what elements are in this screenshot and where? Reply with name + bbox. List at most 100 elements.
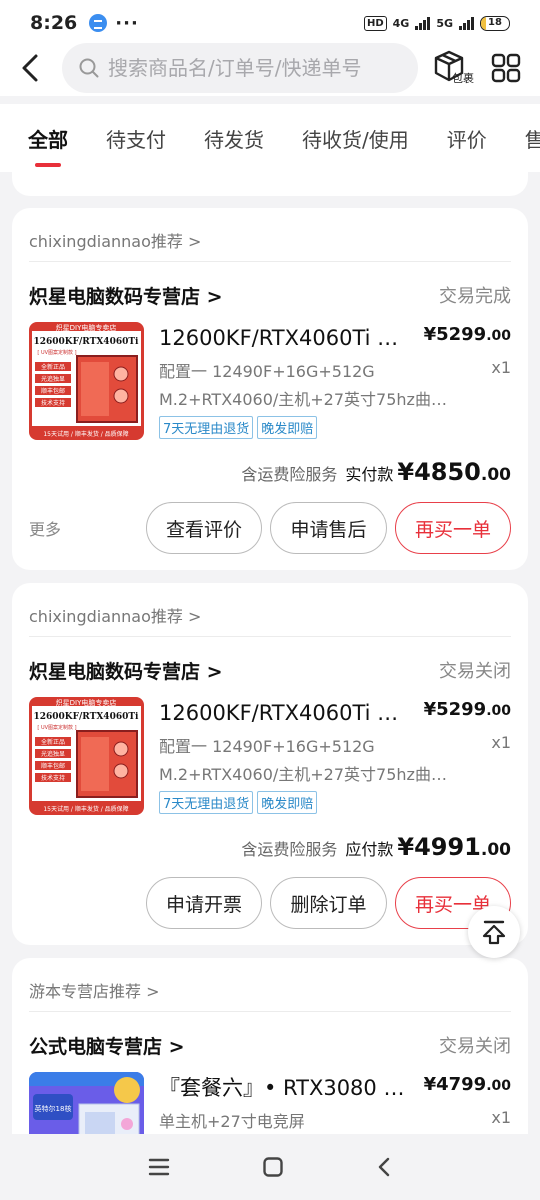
- divider: [29, 261, 511, 262]
- paid-label: 实付款: [345, 465, 394, 484]
- back-button[interactable]: [0, 40, 60, 96]
- battery-level: 18: [488, 16, 502, 28]
- thumb-feature: 光追独显: [41, 750, 65, 758]
- product-title[interactable]: 12600KF/RTX4060Ti 新款主机: [159, 322, 409, 352]
- tab-all[interactable]: 全部: [28, 124, 68, 153]
- payable-amount: ¥4991.00: [397, 833, 511, 861]
- product-thumbnail[interactable]: 炽星DIY电脑专卖店 12600KF/RTX4060Ti [ UV图案定制款 ]…: [29, 322, 144, 440]
- product-qty: x1: [491, 358, 511, 377]
- arrow-up-icon: [482, 920, 506, 945]
- more-notifications: ···: [115, 12, 139, 34]
- paid-dec: .00: [480, 465, 511, 485]
- view-review-button[interactable]: 查看评价: [146, 502, 262, 554]
- tag-late-comp: 晚发即赔: [257, 416, 318, 439]
- thumb-badge-text: 英特尔18核: [35, 1104, 72, 1113]
- tab-pending-receipt[interactable]: 待收货/使用: [302, 124, 409, 153]
- recommend-link[interactable]: 游本专营店推荐 >: [29, 978, 160, 1002]
- product-qty: x1: [491, 1108, 511, 1127]
- order-card[interactable]: chixingdiannao推荐 > 炽星电脑数码专营店 > 交易关闭 炽星DI…: [12, 583, 528, 945]
- product-price: ¥4799.00: [424, 1074, 511, 1095]
- payable-int: ¥4991: [397, 833, 481, 861]
- product-thumbnail[interactable]: 炽星DIY电脑专卖店 12600KF/RTX4060Ti [ UV图案定制款 ]…: [29, 697, 144, 815]
- signal-icon: [415, 16, 431, 30]
- product-spec: 单主机+27寸电竞屏: [159, 1112, 305, 1131]
- product-thumbnail[interactable]: 英特尔18核: [29, 1072, 144, 1134]
- network-5g-label: 5G: [436, 16, 453, 30]
- thumb-feature: 技术支持: [41, 399, 65, 407]
- tag-return: 7天无理由退货: [159, 791, 254, 814]
- tab-review[interactable]: 评价: [447, 124, 487, 153]
- shop-name[interactable]: 炽星电脑数码专营店 >: [29, 282, 223, 309]
- search-input[interactable]: [108, 56, 408, 80]
- price-dec: .00: [486, 328, 511, 344]
- thumb-feature: 技术支持: [41, 774, 65, 782]
- thumb-store: 炽星DIY电脑专卖店: [56, 323, 117, 332]
- home-icon[interactable]: [262, 1156, 284, 1178]
- menu-icon[interactable]: [148, 1157, 170, 1177]
- search-icon: [79, 58, 99, 78]
- buy-again-button[interactable]: 再买一单: [395, 502, 511, 554]
- thumb-feature: 光追独显: [41, 375, 65, 383]
- thumb-footer: 15天试用 / 顺丰发货 / 品质保障: [43, 805, 128, 813]
- divider: [29, 636, 511, 637]
- price-int: ¥4799: [423, 1074, 487, 1095]
- hd-badge: HD: [363, 15, 387, 31]
- back-to-top-button[interactable]: [468, 906, 520, 958]
- request-invoice-button[interactable]: 申请开票: [146, 877, 262, 929]
- status-time: 8:26: [30, 12, 78, 34]
- back-arrow-icon: [22, 54, 38, 82]
- package-label: 包裹: [452, 72, 474, 85]
- thumb-feature: 顺丰包邮: [41, 762, 65, 770]
- thumb-feature: 全新正品: [41, 738, 65, 746]
- thumb-footer: 15天试用 / 顺丰发货 / 品质保障: [43, 430, 128, 438]
- price-dec: .00: [486, 703, 511, 719]
- tab-after-sales[interactable]: 售后: [525, 124, 540, 153]
- product-title[interactable]: 『套餐六』• RTX3080 主机套装: [159, 1072, 409, 1102]
- order-card[interactable]: 游本专营店推荐 > 公式电脑专营店 > 交易关闭 英特尔18核 『套餐六』• R…: [12, 958, 528, 1134]
- order-card-partial: [12, 172, 528, 196]
- recommend-link[interactable]: chixingdiannao推荐 >: [29, 603, 201, 627]
- shop-name[interactable]: 公式电脑专营店 >: [29, 1032, 185, 1059]
- shop-name[interactable]: 炽星电脑数码专营店 >: [29, 657, 223, 684]
- product-price: ¥5299.00: [424, 324, 511, 345]
- back-nav-icon[interactable]: [376, 1156, 392, 1178]
- recommend-link[interactable]: chixingdiannao推荐 >: [29, 228, 201, 252]
- paid-int: ¥4850: [397, 458, 481, 486]
- order-card[interactable]: chixingdiannao推荐 > 炽星电脑数码专营店 > 交易完成 炽星DI…: [12, 208, 528, 570]
- thumb-store: 炽星DIY电脑专卖店: [56, 698, 117, 707]
- request-after-sales-button[interactable]: 申请售后: [270, 502, 387, 554]
- network-4g-label: 4G: [392, 16, 410, 30]
- delete-order-button[interactable]: 删除订单: [270, 877, 387, 929]
- thumb-feature: 顺丰包邮: [41, 387, 65, 395]
- search-bar[interactable]: [62, 43, 418, 93]
- tab-pending-shipment[interactable]: 待发货: [204, 124, 264, 153]
- thumb-model: 12600KF/RTX4060Ti: [34, 712, 140, 722]
- order-total: 含运费险服务 实付款 ¥4850.00: [241, 458, 511, 486]
- payable-dec: .00: [480, 840, 511, 860]
- tab-pending-payment[interactable]: 待支付: [106, 124, 166, 153]
- insurance-service: 含运费险服务: [241, 465, 338, 484]
- price-dec: .00: [486, 1078, 511, 1094]
- system-nav-bar: [0, 1134, 540, 1200]
- tag-late-comp: 晚发即赔: [257, 791, 318, 814]
- thumb-sub: [ UV图案定制款 ]: [37, 349, 76, 356]
- product-spec: 配置一 12490F+16G+512G: [159, 362, 375, 381]
- order-list: chixingdiannao推荐 > 炽星电脑数码专营店 > 交易完成 炽星DI…: [0, 172, 540, 1134]
- status-indicators: HD 4G 5G 18: [363, 15, 510, 31]
- top-bar: 包裹: [0, 40, 540, 96]
- divider: [29, 1011, 511, 1012]
- product-spec-2: M.2+RTX4060/主机+27英寸75hz曲面屏套装: [159, 765, 459, 784]
- product-spec-2: M.2+RTX4060/主机+27英寸75hz曲面屏套装: [159, 390, 459, 409]
- order-status: 交易关闭: [439, 1036, 511, 1057]
- paid-amount: ¥4850.00: [397, 458, 511, 486]
- grid-icon: [491, 53, 521, 83]
- order-status: 交易关闭: [439, 661, 511, 682]
- grid-menu-button[interactable]: [486, 43, 526, 93]
- order-total: 含运费险服务 应付款 ¥4991.00: [241, 833, 511, 861]
- message-app-icon: [89, 14, 108, 32]
- product-title[interactable]: 12600KF/RTX4060Ti 新款主机: [159, 697, 409, 727]
- package-button[interactable]: 包裹: [432, 43, 482, 93]
- thumb-model: 12600KF/RTX4060Ti: [34, 337, 140, 347]
- order-status: 交易完成: [439, 286, 511, 307]
- more-button[interactable]: 更多: [29, 516, 61, 540]
